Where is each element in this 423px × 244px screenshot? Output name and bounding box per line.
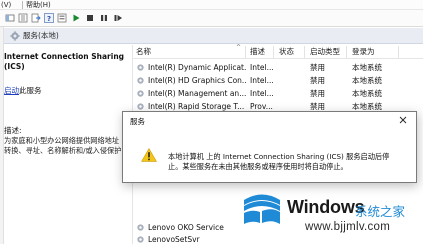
- service-gear-icon: [137, 224, 144, 231]
- dialog-title: 服务: [130, 117, 145, 126]
- column-divider: [245, 46, 246, 58]
- windows-logo-icon: [244, 194, 280, 224]
- service-logon-as: 本地系统: [352, 89, 382, 98]
- close-icon[interactable]: [398, 115, 408, 125]
- service-name: Intel(R) Management an...: [148, 89, 246, 98]
- service-gear-icon: [137, 77, 144, 84]
- toolbar: ?: [0, 10, 423, 27]
- service-name: Intel(R) HD Graphics Con...: [148, 76, 246, 85]
- column-name[interactable]: 名称: [136, 45, 151, 59]
- service-startup-type: 禁用: [310, 76, 325, 85]
- description-label: 描述:: [4, 126, 22, 135]
- sort-caret-icon: ^: [236, 44, 242, 51]
- start-service-link[interactable]: 启动: [4, 86, 19, 95]
- watermark-brand: Windows: [287, 197, 365, 217]
- service-stopped-dialog: 服务 本地计算机 上的 Internet Connection Sharing …: [122, 111, 417, 183]
- service-name: Intel(R) Dynamic Applicat...: [148, 63, 246, 72]
- svg-text:?: ?: [47, 15, 51, 23]
- column-divider: [398, 46, 399, 58]
- description-line: 为家庭和小型办公网络提供网络地址: [4, 136, 120, 145]
- menu-item-view[interactable]: (V): [1, 0, 11, 10]
- column-description[interactable]: 描述: [250, 45, 265, 59]
- menu-separator: [22, 1, 23, 9]
- start-service-suffix: 此服务: [19, 86, 42, 95]
- service-description: Intel...: [250, 76, 274, 85]
- watermark-tagline: 系统之家: [355, 204, 406, 219]
- export-list-icon[interactable]: [31, 13, 41, 23]
- start-service-row: 启动此服务: [4, 85, 42, 96]
- column-logon-as[interactable]: 登录为: [352, 45, 375, 59]
- menu-bar: (V) 帮助(H): [0, 0, 423, 10]
- back-icon[interactable]: [5, 13, 15, 23]
- pause-service-icon[interactable]: [99, 13, 109, 23]
- service-description: Intel...: [250, 89, 274, 98]
- column-startup-type[interactable]: 启动类型: [310, 45, 340, 59]
- dialog-message-line: 止。某些服务在未由其他服务或程序使用时将自动停止。: [168, 162, 348, 171]
- service-row[interactable]: Intel(R) HD Graphics Con... Intel... 禁用 …: [133, 74, 423, 87]
- column-divider: [304, 46, 305, 58]
- description-line: 转换、寻址、名称解析和/或入侵保护: [4, 146, 122, 155]
- services-gear-icon: [10, 31, 20, 41]
- service-row[interactable]: Intel(R) Management an... Intel... 禁用 本地…: [133, 87, 423, 100]
- service-description: Intel...: [250, 63, 274, 72]
- start-service-icon[interactable]: [71, 13, 81, 23]
- column-divider: [346, 46, 347, 58]
- column-header-row: ^ 名称 描述 状态 启动类型 登录为: [133, 44, 423, 59]
- dialog-message: 本地计算机 上的 Internet Connection Sharing (IC…: [168, 152, 413, 172]
- service-startup-type: 禁用: [310, 89, 325, 98]
- selected-service-name: Internet Connection Sharing (ICS): [4, 52, 125, 71]
- service-name: LenovoSetSvr: [148, 235, 200, 244]
- description-text: 为家庭和小型办公网络提供网络地址 转换、寻址、名称解析和/或入侵保护: [4, 136, 131, 156]
- service-gear-icon: [137, 103, 144, 110]
- service-startup-type: 禁用: [310, 63, 325, 72]
- help-icon[interactable]: ?: [44, 13, 54, 23]
- watermark-url: www.bjjmlv.com: [305, 221, 391, 233]
- service-logon-as: 本地系统: [352, 76, 382, 85]
- restart-service-icon[interactable]: [113, 13, 123, 23]
- column-status[interactable]: 状态: [279, 45, 294, 59]
- warning-icon: [141, 148, 157, 162]
- panel-title: 服务(本地): [23, 31, 59, 40]
- stop-service-icon[interactable]: [85, 13, 95, 23]
- dialog-message-line: 本地计算机 上的 Internet Connection Sharing (IC…: [168, 152, 390, 161]
- panel-header: 服务(本地): [4, 28, 423, 44]
- properties-icon[interactable]: [57, 13, 67, 23]
- service-logon-as: 本地系统: [352, 63, 382, 72]
- service-gear-icon: [137, 64, 144, 71]
- service-row[interactable]: LenovoSetSvr: [133, 233, 423, 244]
- service-row[interactable]: Intel(R) Dynamic Applicat... Intel... 禁用…: [133, 61, 423, 74]
- console-tree-icon[interactable]: [18, 13, 28, 23]
- column-divider: [273, 46, 274, 58]
- service-gear-icon: [137, 90, 144, 97]
- menu-item-help[interactable]: 帮助(H): [26, 0, 51, 10]
- service-details-panel: Internet Connection Sharing (ICS) 启动此服务 …: [4, 45, 131, 244]
- service-gear-icon: [137, 236, 144, 243]
